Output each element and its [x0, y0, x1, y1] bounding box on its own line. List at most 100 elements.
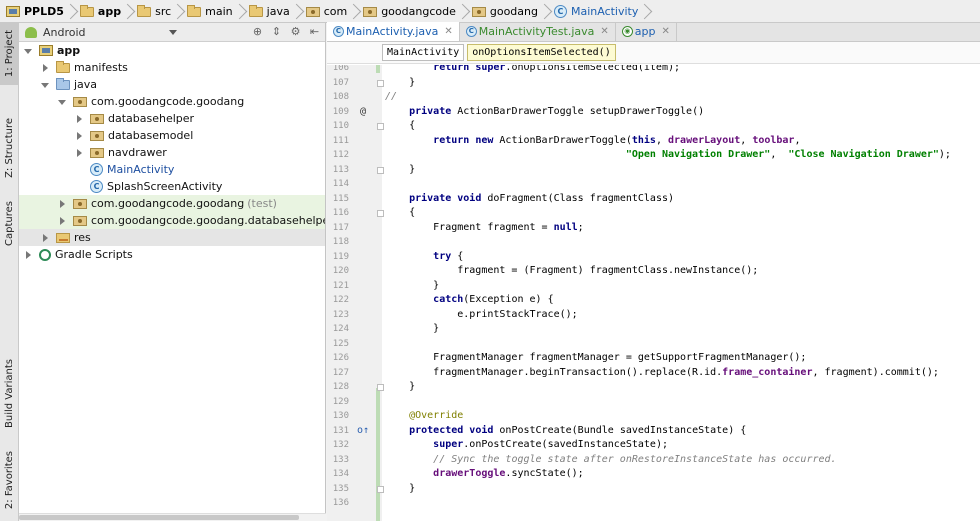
code-line[interactable]: 135 }	[327, 482, 980, 497]
breadcrumb-separator	[642, 0, 651, 22]
expand-arrow-icon[interactable]	[23, 46, 33, 56]
breadcrumb-item[interactable]: com	[303, 0, 352, 22]
structure-tool-tab[interactable]: Z: Structure	[0, 103, 19, 193]
tree-item[interactable]: java	[19, 76, 325, 93]
horizontal-scrollbar[interactable]	[19, 513, 326, 521]
tree-item[interactable]: com.goodangcode.goodang (test)	[19, 195, 325, 212]
tree-item[interactable]: com.goodangcode.goodang.databasehelper(a…	[19, 212, 325, 229]
collapse-arrow-icon[interactable]	[74, 131, 84, 141]
code-line[interactable]: 121 }	[327, 279, 980, 294]
code-line[interactable]: 128 }	[327, 380, 980, 395]
breadcrumb-item[interactable]: C MainActivity	[551, 0, 642, 22]
line-number: 109	[332, 106, 349, 117]
gear-icon[interactable]: ⚙	[289, 25, 302, 38]
folder-icon	[56, 61, 70, 73]
breadcrumb-item[interactable]: app	[77, 0, 125, 22]
code-line[interactable]: 127 fragmentManager.beginTransaction().r…	[327, 366, 980, 381]
editor-breadcrumb-method[interactable]: onOptionsItemSelected()	[467, 44, 616, 61]
breadcrumb-item[interactable]: goodang	[469, 0, 542, 22]
scrollbar-thumb[interactable]	[19, 515, 299, 520]
fold-marker-icon[interactable]	[377, 485, 384, 493]
breadcrumb-item[interactable]: PPLD5	[3, 0, 68, 22]
close-icon[interactable]: ✕	[444, 26, 452, 37]
tree-item[interactable]: databasehelper	[19, 110, 325, 127]
code-line[interactable]: 111 return new ActionBarDrawerToggle(thi…	[327, 134, 980, 149]
tree-item[interactable]: res	[19, 229, 325, 246]
code-line[interactable]: 118	[327, 235, 980, 250]
code-line[interactable]: 125	[327, 337, 980, 352]
structure-tool-tab-label: Z: Structure	[4, 118, 15, 178]
breadcrumb-label: PPLD5	[24, 4, 64, 18]
hide-panel-icon[interactable]: ⇤	[308, 25, 321, 38]
tree-item[interactable]: databasemodel	[19, 127, 325, 144]
breadcrumb-item[interactable]: main	[184, 0, 236, 22]
expand-arrow-icon[interactable]	[40, 80, 50, 90]
collapse-arrow-icon[interactable]	[74, 148, 84, 158]
code-line[interactable]: 131 o↑ protected void onPostCreate(Bundle…	[327, 424, 980, 439]
build-variants-tool-tab[interactable]: Build Variants	[0, 348, 19, 438]
code-line[interactable]: 113 }	[327, 163, 980, 178]
tree-item[interactable]: manifests	[19, 59, 325, 76]
collapse-arrow-icon[interactable]	[57, 199, 67, 209]
editor-breadcrumb-class[interactable]: MainActivity	[382, 44, 465, 61]
code-line[interactable]: 119 try {	[327, 250, 980, 265]
breadcrumb-item[interactable]: goodangcode	[360, 0, 460, 22]
code-line[interactable]: 136	[327, 496, 980, 511]
code-line[interactable]: 130 @Override	[327, 409, 980, 424]
code-line[interactable]: 110 {	[327, 119, 980, 134]
tree-item[interactable]: com.goodangcode.goodang	[19, 93, 325, 110]
override-gutter-icon[interactable]: o↑	[357, 424, 369, 439]
collapse-arrow-icon[interactable]	[57, 216, 67, 226]
code-line[interactable]: 133 // Sync the toggle state after onRes…	[327, 453, 980, 468]
code-line[interactable]: 116 {	[327, 206, 980, 221]
close-icon[interactable]: ✕	[661, 26, 669, 37]
close-icon[interactable]: ✕	[600, 26, 608, 37]
code-line[interactable]: 106 return super.onOptionsItemSelected(i…	[327, 65, 980, 76]
code-line[interactable]: 114	[327, 177, 980, 192]
code-line[interactable]: 108 //	[327, 90, 980, 105]
code-line[interactable]: 117 Fragment fragment = null;	[327, 221, 980, 236]
tree-item[interactable]: navdrawer	[19, 144, 325, 161]
line-number: 124	[332, 324, 349, 334]
tree-item[interactable]: Gradle Scripts	[19, 246, 325, 263]
collapse-arrow-icon[interactable]	[40, 63, 50, 73]
scroll-from-source-icon[interactable]: ⊕	[251, 25, 264, 38]
fold-marker-icon[interactable]	[377, 210, 384, 217]
code-line[interactable]: 126 FragmentManager fragmentManager = ge…	[327, 351, 980, 366]
code-line[interactable]: 129	[327, 395, 980, 410]
collapse-arrow-icon[interactable]	[40, 233, 50, 243]
favorites-tool-tab[interactable]: 2: Favorites	[0, 443, 19, 518]
fold-marker-icon[interactable]	[377, 79, 384, 87]
chevron-down-icon[interactable]	[169, 30, 177, 35]
code-line[interactable]: 124 }	[327, 322, 980, 337]
code-line[interactable]: 107 }	[327, 76, 980, 91]
fold-marker-icon[interactable]	[377, 166, 384, 174]
tree-item[interactable]: app	[19, 42, 325, 59]
code-line[interactable]: 109 @ private ActionBarDrawerToggle setup…	[327, 105, 980, 120]
annotation-gutter-icon[interactable]: @	[357, 105, 369, 120]
code-line[interactable]: 132 super.onPostCreate(savedInstanceStat…	[327, 438, 980, 453]
collapse-arrow-icon[interactable]	[74, 114, 84, 124]
collapse-arrow-icon[interactable]	[23, 250, 33, 260]
code-line[interactable]: 120 fragment = (Fragment) fragmentClass.…	[327, 264, 980, 279]
code-line[interactable]: 123 e.printStackTrace();	[327, 308, 980, 323]
fold-marker-icon[interactable]	[377, 384, 384, 391]
tree-item[interactable]: C SplashScreenActivity	[19, 178, 325, 195]
tree-item[interactable]: C MainActivity	[19, 161, 325, 178]
editor-tab[interactable]: C MainActivityTest.java ✕	[460, 22, 616, 41]
fold-marker-icon[interactable]	[377, 123, 384, 130]
code-line[interactable]: 134 drawerToggle.syncState();	[327, 467, 980, 482]
code-line[interactable]: 115 private void doFragment(Class fragme…	[327, 192, 980, 207]
line-number: 118	[332, 237, 349, 247]
project-view-selector[interactable]: Android	[43, 26, 86, 39]
breadcrumb-item[interactable]: java	[246, 0, 294, 22]
code-line[interactable]: 112 "Open Navigation Drawer", "Close Nav…	[327, 148, 980, 163]
code-line[interactable]: 122 catch(Exception e) {	[327, 293, 980, 308]
collapse-all-icon[interactable]: ⇕	[270, 25, 283, 38]
editor-tab[interactable]: C MainActivity.java ✕	[327, 22, 460, 41]
editor-tab[interactable]: ◉ app ✕	[616, 22, 677, 41]
captures-tool-tab[interactable]: Captures	[0, 188, 19, 258]
code-area[interactable]: 106 return super.onOptionsItemSelected(i…	[327, 65, 980, 521]
expand-arrow-icon[interactable]	[57, 97, 67, 107]
project-tool-tab[interactable]: 1: Project	[0, 23, 19, 85]
